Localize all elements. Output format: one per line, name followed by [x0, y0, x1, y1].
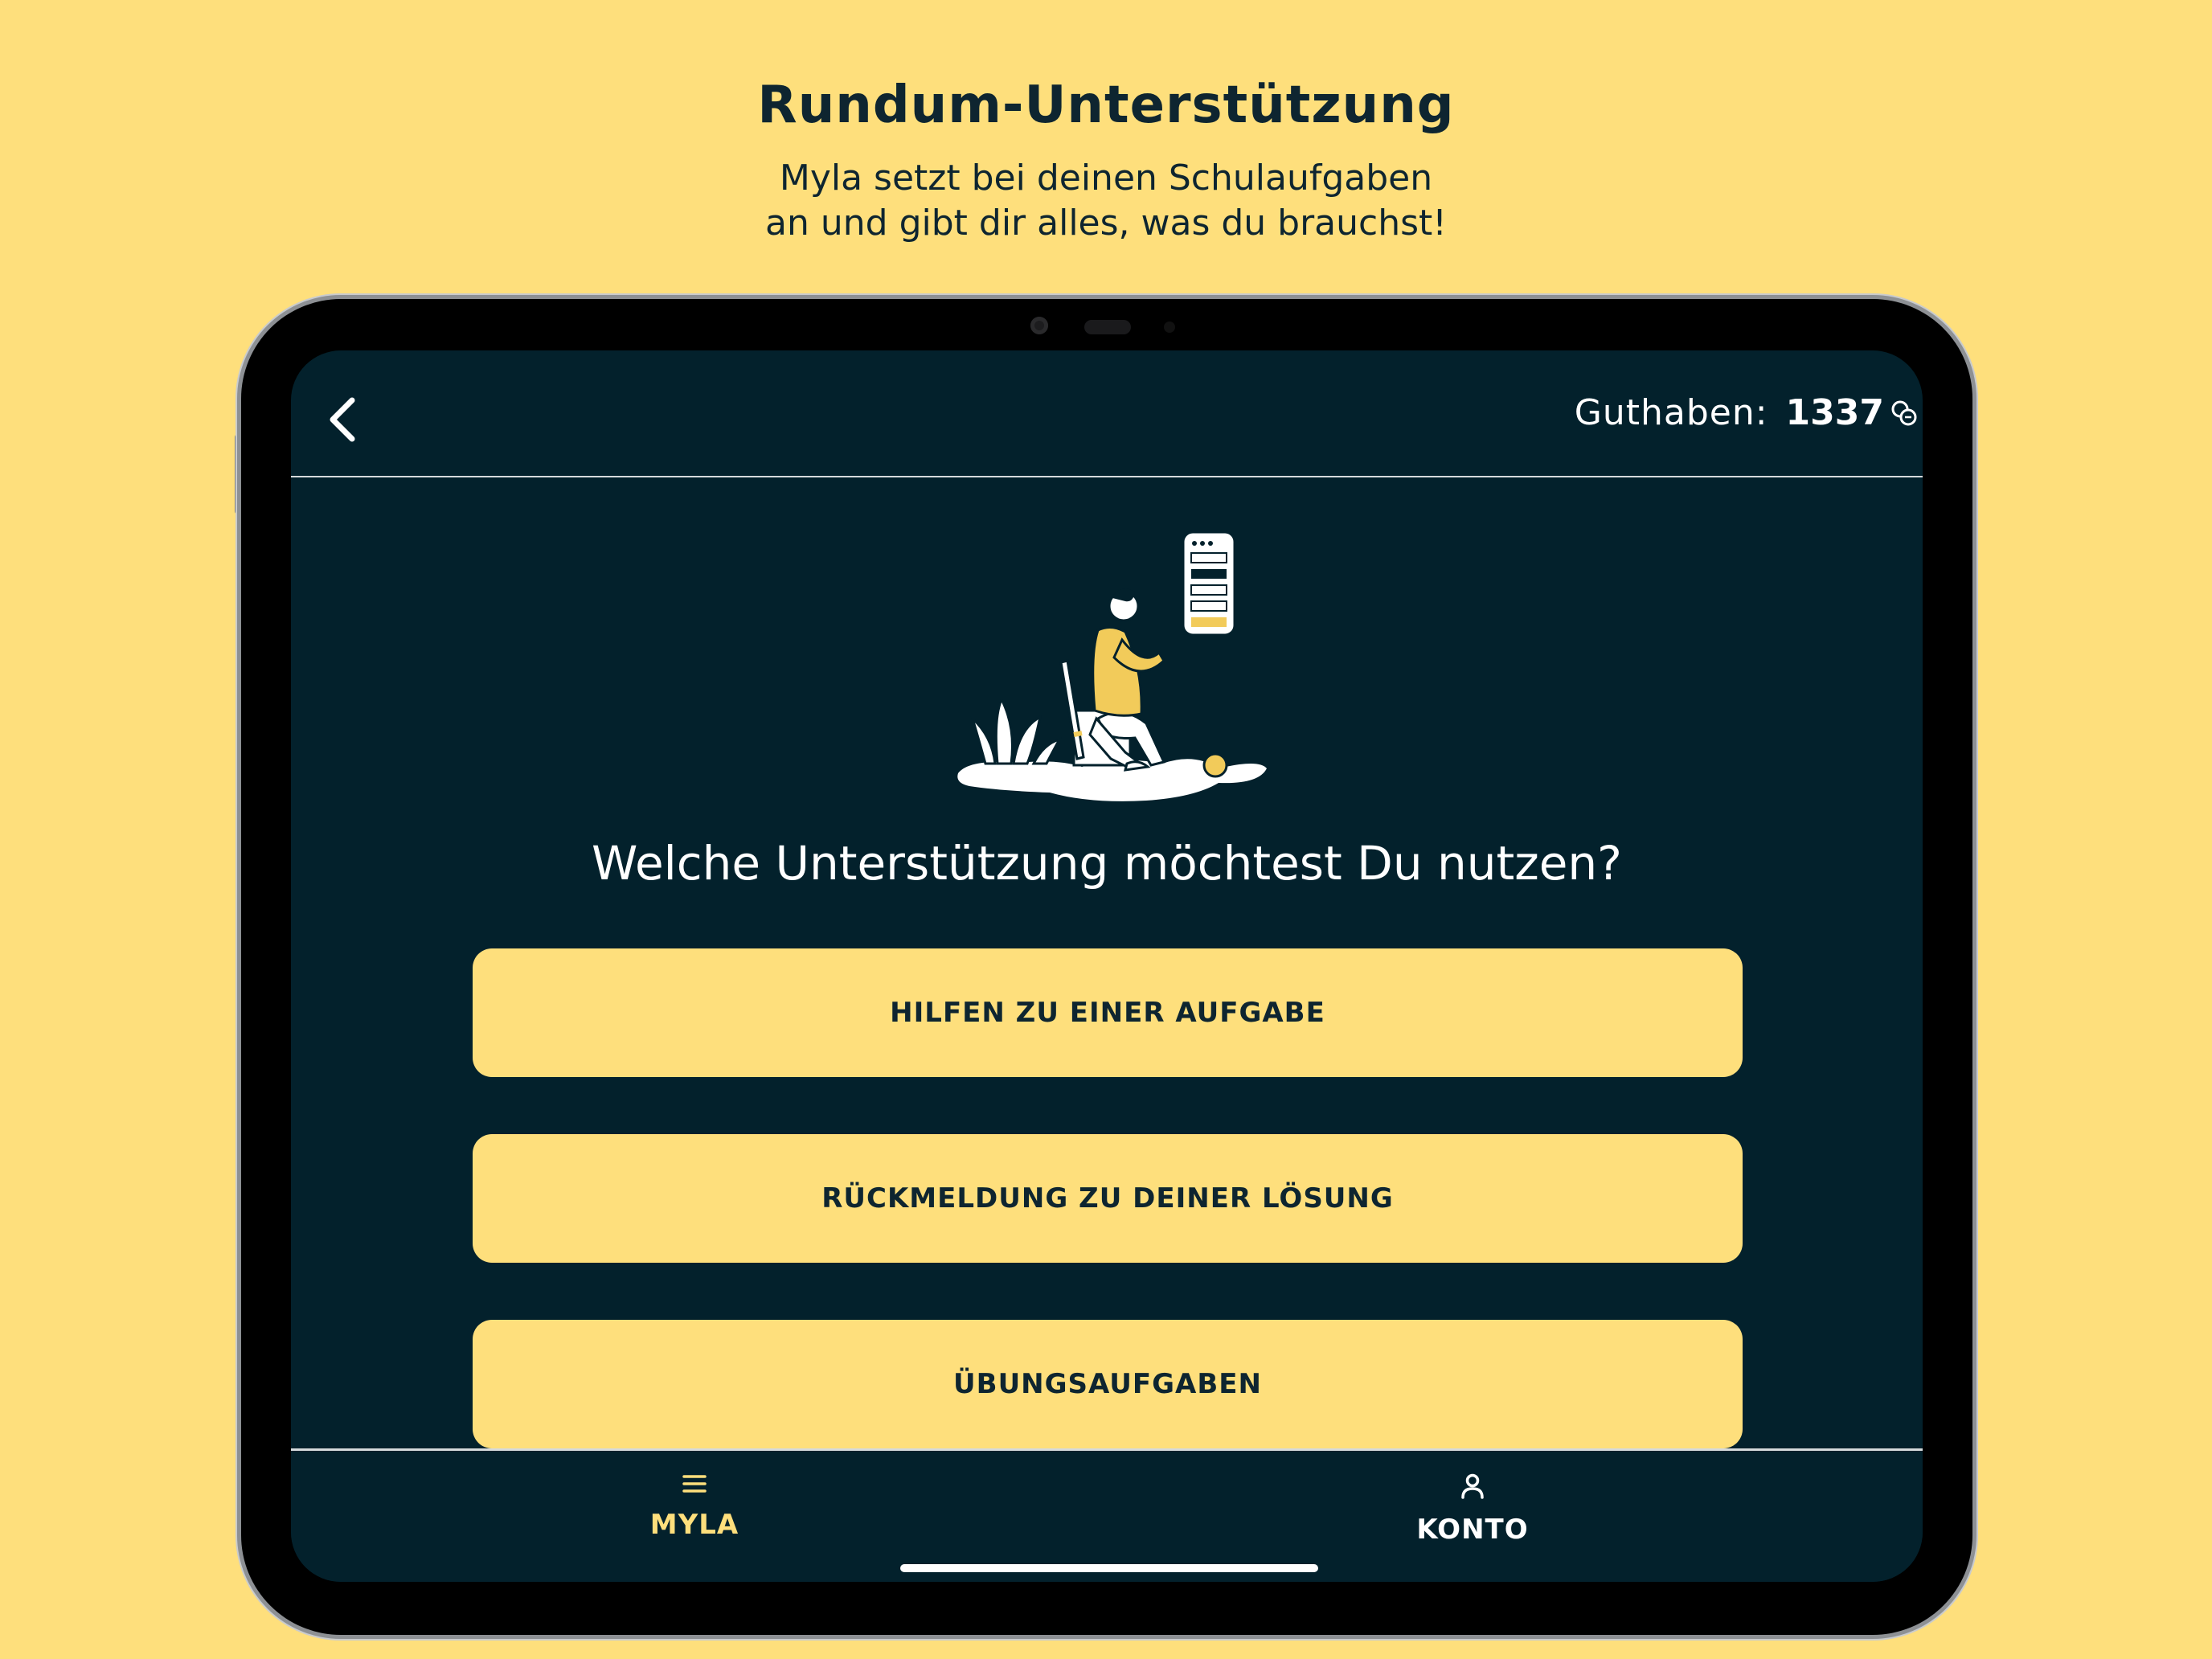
tab-myla[interactable]: MYLA: [606, 1473, 783, 1562]
camera-icon: [1030, 317, 1048, 334]
bottom-tab-bar: MYLA KONTO: [291, 1448, 1923, 1582]
back-button[interactable]: [322, 395, 370, 444]
app-screen: Guthaben: 1337 Welche Unterstützung möch…: [291, 350, 1923, 1582]
coins-icon: [1891, 400, 1917, 425]
marketing-subtitle-line-2: an und gibt dir alles, was du brauchst!: [765, 203, 1447, 244]
student-illustration: [957, 530, 1267, 801]
help-task-button[interactable]: HILFEN ZU EINER AUFGABE: [473, 948, 1743, 1077]
balance-value: 1337: [1785, 392, 1884, 433]
marketing-subtitle-line-1: Myla setzt bei deinen Schulaufgaben: [779, 158, 1433, 199]
support-question: Welche Unterstützung möchtest Du nutzen?: [592, 836, 1622, 891]
balance-label: Guthaben:: [1574, 392, 1768, 433]
solution-feedback-button[interactable]: RÜCKMELDUNG ZU DEINER LÖSUNG: [473, 1134, 1743, 1263]
marketing-title: Rundum-Unterstützung: [757, 76, 1455, 135]
menu-icon: [682, 1475, 707, 1493]
sensor-bar: [1084, 320, 1131, 334]
chevron-left-icon: [330, 397, 355, 442]
marketing-subtitle: Myla setzt bei deinen Schulaufgaben an u…: [0, 156, 2212, 246]
home-indicator[interactable]: [900, 1564, 1318, 1572]
user-icon: [1461, 1473, 1484, 1499]
practice-tasks-button[interactable]: ÜBUNGSAUFGABEN: [473, 1320, 1743, 1448]
tab-konto-label: KONTO: [1416, 1514, 1529, 1546]
sensor-dot: [1164, 322, 1175, 333]
balance-display: Guthaben: 1337: [1575, 392, 1918, 433]
top-bar: Guthaben: 1337: [291, 350, 1923, 477]
tab-konto[interactable]: KONTO: [1384, 1473, 1561, 1562]
tab-myla-label: MYLA: [649, 1509, 739, 1541]
